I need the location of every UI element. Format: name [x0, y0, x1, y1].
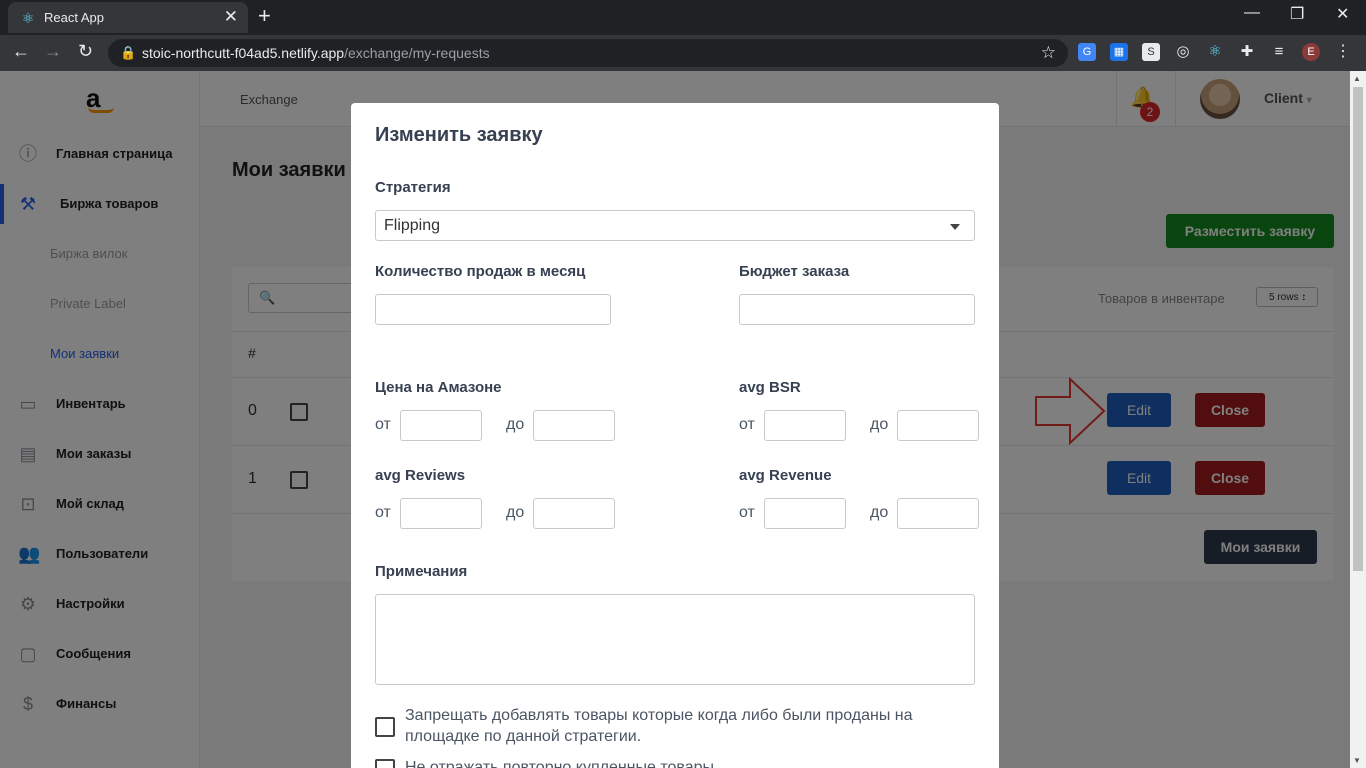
media-queue-icon[interactable]: ≡ — [1270, 43, 1288, 61]
strategy-value: Flipping — [384, 217, 441, 234]
react-icon: ⚛ — [21, 10, 35, 26]
minimize-icon[interactable]: — — [1244, 4, 1260, 22]
restore-icon[interactable]: ❐ — [1290, 4, 1304, 24]
tab-title: React App — [44, 10, 104, 25]
edit-request-modal: Изменить заявку Стратегия Flipping Колич… — [351, 103, 999, 768]
browser-toolbar: ← → ↻ 🔒 stoic-northcutt-f04ad5.netlify.a… — [0, 35, 1366, 71]
strategy-label: Стратегия — [375, 179, 451, 196]
no-repeat-checkbox[interactable] — [375, 759, 395, 768]
react-devtools-icon[interactable]: ⚛ — [1206, 43, 1224, 61]
address-bar[interactable]: 🔒 stoic-northcutt-f04ad5.netlify.app/exc… — [108, 39, 1068, 67]
app: a ⓘ Главная страница ⚒ Биржа товаров Бир… — [0, 71, 1350, 768]
from-label: от — [739, 416, 755, 433]
from-label: от — [375, 504, 391, 521]
to-label: до — [870, 504, 889, 521]
strategy-select[interactable]: Flipping — [375, 210, 975, 241]
forward-icon[interactable]: → — [44, 41, 62, 62]
browser-chrome: ⚛ React App ✕ + — ❐ ✕ ← → ↻ 🔒 stoic-nort… — [0, 0, 1366, 71]
scroll-up-icon[interactable]: ▲ — [1353, 74, 1361, 83]
bsr-label: avg BSR — [739, 379, 801, 396]
from-label: от — [739, 504, 755, 521]
reviews-label: avg Reviews — [375, 467, 466, 484]
calendar-icon[interactable]: ▦ — [1110, 43, 1128, 61]
url-text: stoic-northcutt-f04ad5.netlify.app/excha… — [142, 45, 490, 61]
browser-tab[interactable]: ⚛ React App ✕ — [8, 2, 248, 33]
browser-menu-icon[interactable]: ⋮ — [1334, 43, 1352, 61]
to-label: до — [870, 416, 889, 433]
new-tab-icon[interactable]: + — [258, 3, 271, 29]
notes-textarea[interactable] — [375, 594, 975, 685]
reviews-to-input[interactable] — [533, 498, 615, 529]
s-extension-icon[interactable]: S — [1142, 43, 1160, 61]
profile-avatar[interactable]: E — [1302, 43, 1320, 61]
revenue-to-input[interactable] — [897, 498, 979, 529]
bsr-from-input[interactable] — [764, 410, 846, 441]
translate-icon[interactable]: G — [1078, 43, 1096, 61]
no-repeat-text: Не отражать повторно купленные товары — [405, 759, 715, 768]
price-from-input[interactable] — [400, 410, 482, 441]
reload-icon[interactable]: ↻ — [78, 41, 93, 62]
forbid-sold-text: Запрещать добавлять товары которые когда… — [405, 707, 913, 745]
sales-label: Количество продаж в месяц — [375, 263, 586, 280]
chevron-down-icon — [950, 224, 960, 230]
price-label: Цена на Амазоне — [375, 379, 502, 396]
bsr-to-input[interactable] — [897, 410, 979, 441]
revenue-label: avg Revenue — [739, 467, 832, 484]
bookmark-star-icon[interactable]: ☆ — [1041, 43, 1056, 63]
revenue-from-input[interactable] — [764, 498, 846, 529]
close-tab-icon[interactable]: ✕ — [224, 7, 238, 27]
scroll-down-icon[interactable]: ▼ — [1353, 756, 1361, 765]
to-label: до — [506, 504, 525, 521]
modal-title: Изменить заявку — [375, 124, 543, 146]
budget-label: Бюджет заказа — [739, 263, 850, 280]
budget-input[interactable] — [739, 294, 975, 325]
from-label: от — [375, 416, 391, 433]
forbid-sold-checkbox[interactable] — [375, 717, 395, 737]
notes-label: Примечания — [375, 563, 468, 580]
scroll-thumb[interactable] — [1353, 87, 1363, 571]
target-extension-icon[interactable]: ◎ — [1174, 43, 1192, 61]
sales-input[interactable] — [375, 294, 611, 325]
price-to-input[interactable] — [533, 410, 615, 441]
extensions-puzzle-icon[interactable]: ✚ — [1238, 43, 1256, 61]
page-scrollbar[interactable]: ▲ ▼ — [1350, 71, 1366, 768]
lock-icon: 🔒 — [120, 45, 137, 60]
back-icon[interactable]: ← — [12, 41, 30, 62]
close-window-icon[interactable]: ✕ — [1336, 4, 1349, 24]
reviews-from-input[interactable] — [400, 498, 482, 529]
to-label: до — [506, 416, 525, 433]
